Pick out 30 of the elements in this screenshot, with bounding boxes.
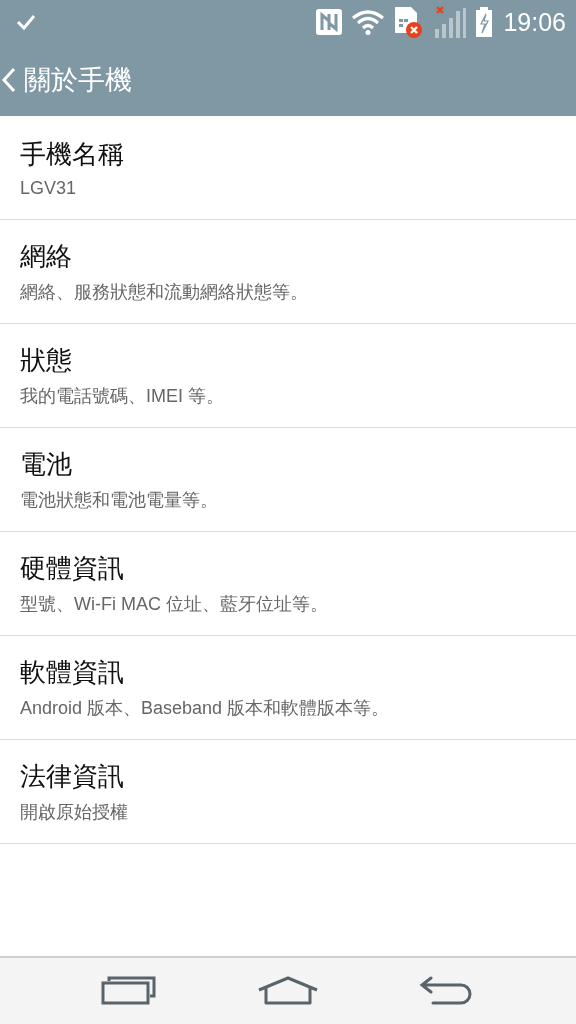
item-title: 硬體資訊 — [20, 552, 125, 585]
wifi-icon — [351, 9, 386, 35]
item-subtitle: 網絡、服務狀態和流動網絡狀態等。 — [20, 281, 309, 304]
battery-charging-icon — [475, 6, 494, 38]
settings-item[interactable]: 手機名稱 LGV31 — [0, 116, 576, 220]
back-icon — [2, 67, 16, 93]
settings-item[interactable]: 網絡 網絡、服務狀態和流動網絡狀態等。 — [0, 220, 576, 324]
item-subtitle: 型號、Wi-Fi MAC 位址、藍牙位址等。 — [20, 593, 329, 616]
settings-item[interactable]: 法律資訊 開啟原始授權 — [0, 740, 576, 844]
settings-item[interactable]: 硬體資訊 型號、Wi-Fi MAC 位址、藍牙位址等。 — [0, 532, 576, 636]
settings-item[interactable]: 狀態 我的電話號碼、IMEI 等。 — [0, 324, 576, 428]
home-icon[interactable] — [257, 976, 319, 1006]
clock-time: 19:06 — [503, 7, 566, 37]
settings-item[interactable]: 軟體資訊 Android 版本、Baseband 版本和軟體版本等。 — [0, 636, 576, 740]
item-subtitle: LGV31 — [20, 177, 78, 199]
item-subtitle: 電池狀態和電池電量等。 — [20, 489, 219, 512]
item-subtitle: Android 版本、Baseband 版本和軟體版本等。 — [20, 697, 391, 720]
nfc-icon — [315, 8, 344, 36]
recent-apps-icon[interactable] — [101, 976, 157, 1006]
item-title: 電池 — [20, 448, 73, 481]
item-title: 狀態 — [20, 344, 73, 377]
no-signal-icon — [433, 5, 468, 39]
item-title: 手機名稱 — [20, 137, 125, 171]
item-subtitle: 我的電話號碼、IMEI 等。 — [20, 385, 225, 408]
item-subtitle: 開啟原始授權 — [20, 801, 129, 824]
check-icon — [16, 14, 36, 30]
settings-item[interactable]: 電池 電池狀態和電池電量等。 — [0, 428, 576, 532]
item-title: 軟體資訊 — [20, 656, 125, 689]
item-title: 網絡 — [20, 240, 73, 273]
item-title: 法律資訊 — [20, 760, 125, 793]
